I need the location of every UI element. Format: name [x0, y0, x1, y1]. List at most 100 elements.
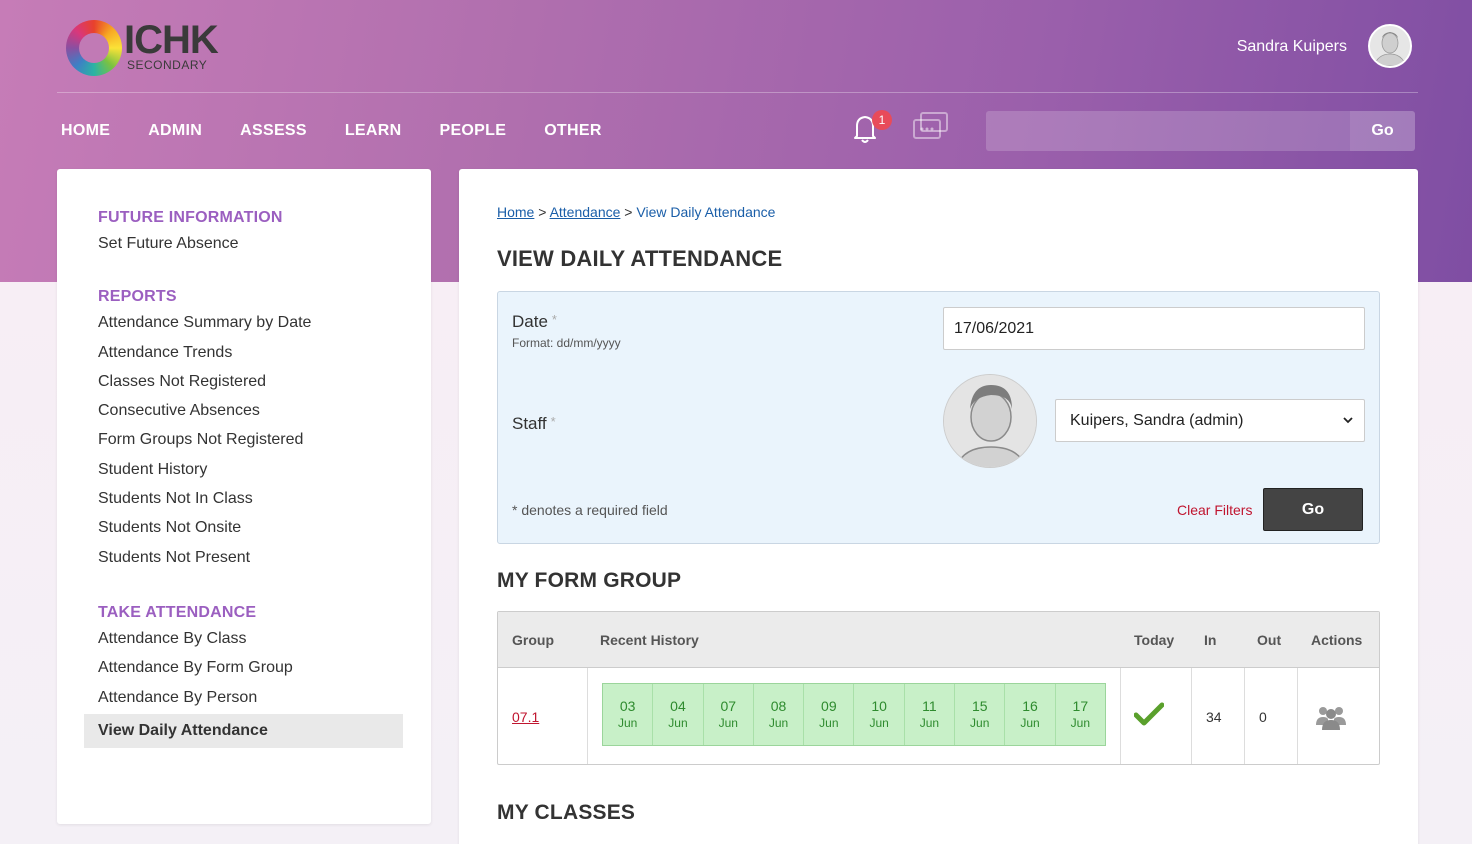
breadcrumb-separator: >: [538, 204, 547, 220]
chevron-down-icon: [1342, 400, 1354, 457]
sidebar-item-attendance-by-class[interactable]: Attendance By Class: [98, 624, 431, 653]
history-day-month: Jun: [919, 716, 940, 730]
staff-label: Staff *: [512, 414, 556, 434]
history-day[interactable]: 03 Jun: [603, 684, 654, 745]
sidebar-item-attendance-summary[interactable]: Attendance Summary by Date: [98, 308, 431, 337]
nav-home[interactable]: HOME: [61, 122, 110, 140]
history-day[interactable]: 16 Jun: [1005, 684, 1056, 745]
column-header-group: Group: [512, 632, 554, 648]
filter-form: Date* Format: dd/mm/yyyy Staff* Kuipers,…: [497, 291, 1380, 544]
form-group-link[interactable]: 07.1: [512, 709, 539, 725]
out-count: 0: [1259, 709, 1267, 725]
sidebar-item-student-history[interactable]: Student History: [98, 455, 431, 484]
check-icon: [1133, 702, 1165, 733]
messages-icon[interactable]: [910, 108, 950, 148]
required-marker: *: [550, 414, 556, 429]
column-divider: [587, 668, 588, 764]
user-avatar[interactable]: [1368, 24, 1412, 68]
date-label-text: Date: [512, 312, 548, 331]
header-divider: [57, 92, 1418, 93]
in-count: 34: [1206, 709, 1222, 725]
nav-people[interactable]: PEOPLE: [439, 122, 506, 140]
history-day-number: 09: [821, 698, 837, 714]
history-day-month: Jun: [617, 716, 638, 730]
history-day[interactable]: 08 Jun: [754, 684, 805, 745]
breadcrumb-attendance[interactable]: Attendance: [550, 204, 621, 220]
my-classes-title: MY CLASSES: [497, 801, 636, 824]
required-marker: *: [551, 312, 557, 327]
history-day[interactable]: 15 Jun: [955, 684, 1006, 745]
user-name[interactable]: Sandra Kuipers: [1237, 38, 1347, 56]
history-day[interactable]: 11 Jun: [905, 684, 956, 745]
history-day-month: Jun: [768, 716, 789, 730]
people-icon[interactable]: [1314, 703, 1348, 736]
history-day[interactable]: 07 Jun: [704, 684, 754, 745]
sidebar-item-students-not-onsite[interactable]: Students Not Onsite: [98, 513, 431, 542]
staff-select[interactable]: Kuipers, Sandra (admin): [1055, 399, 1365, 442]
logo-mark: [66, 20, 122, 76]
notification-badge: 1: [872, 110, 892, 130]
date-label: Date *: [512, 312, 557, 332]
history-day-month: Jun: [668, 716, 688, 730]
staff-label-text: Staff: [512, 414, 547, 433]
go-button[interactable]: Go: [1263, 488, 1363, 531]
history-day-month: Jun: [819, 716, 839, 730]
staff-select-value: Kuipers, Sandra (admin): [1070, 412, 1244, 429]
sidebar-group-reports: REPORTS Attendance Summary by Date Atten…: [57, 288, 431, 572]
column-divider: [1244, 668, 1245, 764]
column-divider: [1120, 668, 1121, 764]
breadcrumb-current: View Daily Attendance: [636, 204, 776, 220]
search-go-button[interactable]: Go: [1350, 111, 1415, 151]
column-header-today: Today: [1134, 632, 1175, 648]
sidebar-item-view-daily-attendance[interactable]: View Daily Attendance: [84, 713, 403, 748]
history-day-number: 07: [720, 698, 737, 714]
history-day-month: Jun: [1020, 716, 1040, 730]
avatar-icon: [1370, 26, 1410, 66]
sidebar-item-attendance-by-form-group[interactable]: Attendance By Form Group: [98, 653, 431, 682]
sidebar-heading: TAKE ATTENDANCE: [98, 603, 257, 621]
staff-avatar: [943, 374, 1037, 468]
column-header-out: Out: [1257, 632, 1282, 648]
date-field[interactable]: [943, 307, 1365, 350]
history-day[interactable]: 10 Jun: [854, 684, 905, 745]
table-header: Group Recent History Today In Out Action…: [498, 612, 1379, 668]
date-format-hint: Format: dd/mm/yyyy: [512, 336, 621, 350]
sidebar: FUTURE INFORMATION Set Future Absence RE…: [57, 169, 431, 824]
page-title: VIEW DAILY ATTENDANCE: [497, 246, 783, 271]
sidebar-item-students-not-present[interactable]: Students Not Present: [98, 543, 431, 572]
sidebar-heading: REPORTS: [98, 288, 177, 306]
main-nav: HOME ADMIN ASSESS LEARN PEOPLE OTHER: [61, 122, 640, 140]
history-day[interactable]: 09 Jun: [804, 684, 855, 745]
history-day-number: 16: [1022, 698, 1038, 714]
sidebar-item-attendance-trends[interactable]: Attendance Trends: [98, 338, 431, 367]
school-logo[interactable]: ICHK SECONDARY: [66, 18, 236, 78]
sidebar-item-students-not-in-class[interactable]: Students Not In Class: [98, 484, 431, 513]
history-day-number: 10: [871, 698, 887, 714]
breadcrumb: Home > Attendance > View Daily Attendanc…: [497, 204, 775, 220]
logo-subtext: SECONDARY: [127, 58, 208, 72]
history-day-month: Jun: [869, 716, 889, 730]
history-day[interactable]: 17 Jun: [1056, 684, 1105, 745]
history-day-number: 15: [971, 698, 988, 714]
sidebar-item-consecutive-absences[interactable]: Consecutive Absences: [98, 396, 431, 425]
form-group-table: Group Recent History Today In Out Action…: [497, 611, 1380, 765]
nav-other[interactable]: OTHER: [544, 122, 602, 140]
nav-learn[interactable]: LEARN: [345, 122, 402, 140]
form-group-title: MY FORM GROUP: [497, 569, 682, 592]
required-field-note: * denotes a required field: [512, 502, 668, 518]
breadcrumb-separator: >: [624, 204, 633, 220]
column-header-actions: Actions: [1311, 632, 1363, 648]
nav-assess[interactable]: ASSESS: [240, 122, 307, 140]
search-input[interactable]: [986, 111, 1350, 151]
history-day[interactable]: 04 Jun: [653, 684, 704, 745]
history-day-number: 08: [770, 698, 787, 714]
nav-admin[interactable]: ADMIN: [148, 122, 202, 140]
sidebar-item-attendance-by-person[interactable]: Attendance By Person: [98, 683, 431, 712]
breadcrumb-home[interactable]: Home: [497, 204, 534, 220]
sidebar-item-classes-not-registered[interactable]: Classes Not Registered: [98, 367, 431, 396]
sidebar-item-form-groups-not-registered[interactable]: Form Groups Not Registered: [98, 425, 431, 454]
column-header-in: In: [1204, 632, 1217, 648]
clear-filters-link[interactable]: Clear Filters: [1177, 502, 1252, 518]
sidebar-item-set-future-absence[interactable]: Set Future Absence: [98, 229, 431, 258]
sidebar-group-take-attendance: TAKE ATTENDANCE Attendance By Class Atte…: [57, 604, 431, 748]
